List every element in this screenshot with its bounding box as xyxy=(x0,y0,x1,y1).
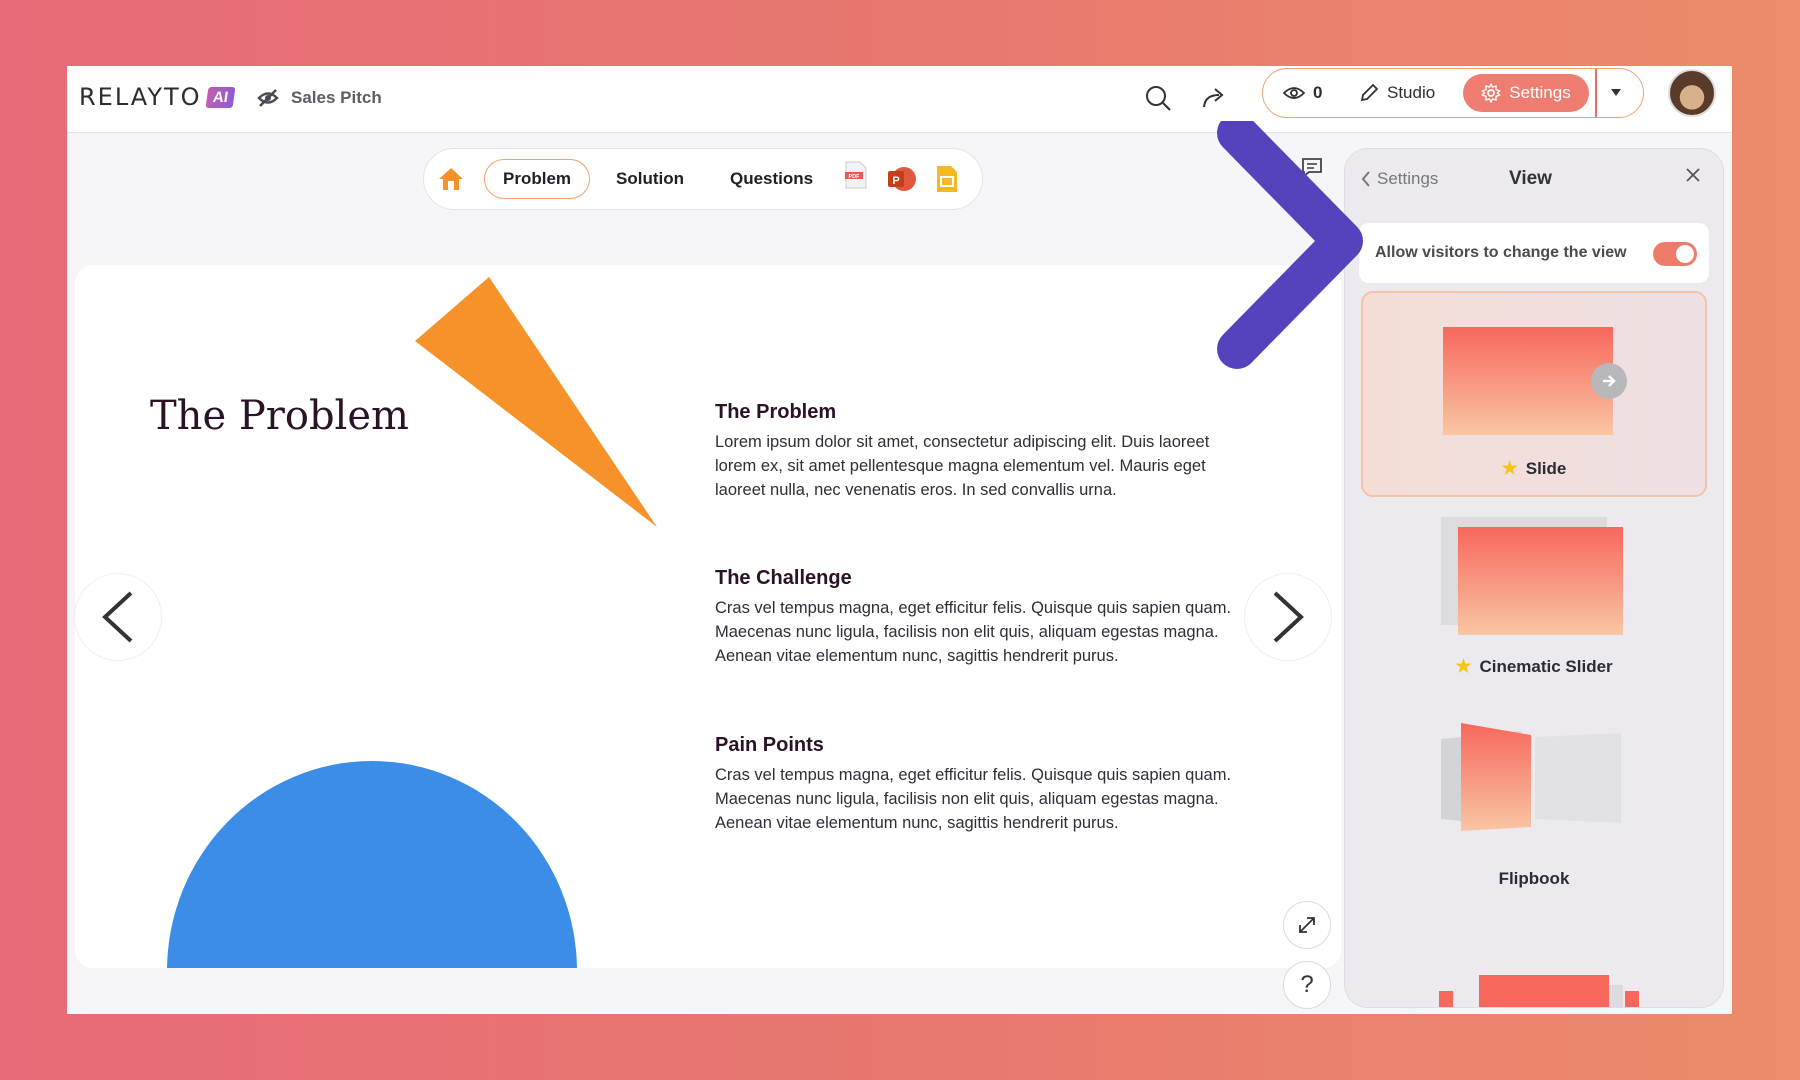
pdf-file-icon: PDF xyxy=(845,161,867,189)
tab-problem-label: Problem xyxy=(503,169,572,188)
logo[interactable]: RELAYTO AI xyxy=(79,83,236,111)
section-the-problem: The Problem Lorem ipsum dolor sit amet, … xyxy=(715,401,1255,502)
slide-canvas: The Problem The Problem Lorem ipsum dolo… xyxy=(75,265,1341,968)
tab-problem[interactable]: Problem xyxy=(484,159,591,199)
powerpoint-button[interactable]: P xyxy=(886,159,918,199)
section-nav: Problem Solution Questions PDF P xyxy=(423,148,983,210)
comments-button[interactable] xyxy=(1294,150,1330,186)
flipbook-preview xyxy=(1441,723,1621,831)
view-slide-label: Slide xyxy=(1525,458,1567,478)
cinematic-preview xyxy=(1458,527,1623,635)
help-button[interactable]: ? xyxy=(1283,961,1331,1009)
section-heading: The Problem xyxy=(715,401,837,423)
studio-label: Studio xyxy=(1387,83,1436,102)
section-heading: Pain Points xyxy=(715,734,824,756)
view-option-cinematic-slider[interactable]: ★ Cinematic Slider xyxy=(1361,499,1707,705)
fullscreen-button[interactable] xyxy=(1283,901,1331,949)
toolbar-pill-group: 0 Studio Settings xyxy=(1262,68,1644,118)
allow-view-change-toggle[interactable] xyxy=(1653,242,1697,266)
pdf-file-label: PDF xyxy=(849,174,861,180)
back-label: Settings xyxy=(1377,169,1439,188)
project-title-area[interactable]: Sales Pitch xyxy=(257,88,382,108)
home-icon xyxy=(439,168,463,190)
hidden-eye-icon xyxy=(257,89,279,107)
home-button[interactable] xyxy=(438,159,464,199)
view-option-slide[interactable]: ★ Slide xyxy=(1361,291,1707,497)
section-body: Cras vel tempus magna, eget efficitur fe… xyxy=(715,599,1232,665)
logo-ai-badge: AI xyxy=(205,86,236,108)
gear-icon xyxy=(1481,83,1502,103)
settings-label: Settings xyxy=(1509,83,1571,102)
search-icon xyxy=(1146,86,1171,111)
toggle-label: Allow visitors to change the view xyxy=(1375,244,1627,261)
view-option-partial-preview xyxy=(1439,975,1639,1007)
logo-text: RELAYTO xyxy=(79,83,202,111)
expand-icon xyxy=(1299,917,1315,933)
chevron-right-icon xyxy=(1273,591,1304,643)
view-option-label: Flipbook xyxy=(1361,869,1707,889)
top-bar: RELAYTO AI Sales Pitch 0 Studio Settings xyxy=(67,66,1732,133)
pill-divider xyxy=(1595,69,1597,117)
panel-title: View xyxy=(1509,168,1552,189)
view-option-label: ★ Slide xyxy=(1363,458,1705,479)
tab-questions[interactable]: Questions xyxy=(730,159,813,199)
view-option-label: ★ Cinematic Slider xyxy=(1361,656,1707,677)
pdf-download-button[interactable]: PDF xyxy=(844,155,868,195)
back-to-settings-button[interactable]: Settings xyxy=(1361,169,1438,189)
comment-icon xyxy=(1302,158,1322,178)
eye-icon xyxy=(1283,87,1305,99)
view-flipbook-label: Flipbook xyxy=(1498,869,1570,888)
svg-text:P: P xyxy=(892,175,899,187)
blue-half-circle-shape xyxy=(167,761,577,968)
help-icon: ? xyxy=(1300,971,1314,998)
views-counter[interactable]: 0 xyxy=(1283,69,1322,117)
close-panel-button[interactable] xyxy=(1685,167,1701,188)
allow-view-change-row: Allow visitors to change the view xyxy=(1359,223,1709,283)
view-option-flipbook[interactable]: Flipbook xyxy=(1361,709,1707,915)
app-window: RELAYTO AI Sales Pitch 0 Studio Settings… xyxy=(67,66,1732,1014)
close-icon xyxy=(1686,168,1700,182)
settings-button[interactable]: Settings xyxy=(1463,74,1589,112)
slide-title: The Problem xyxy=(150,393,409,439)
pencil-icon xyxy=(1360,83,1379,102)
section-body: Lorem ipsum dolor sit amet, consectetur … xyxy=(715,433,1210,499)
studio-button[interactable]: Studio xyxy=(1359,69,1435,117)
section-the-challenge: The Challenge Cras vel tempus magna, ege… xyxy=(715,567,1255,668)
share-arrow-icon xyxy=(1203,88,1224,108)
orange-triangle-shape xyxy=(415,277,657,527)
next-slide-button[interactable] xyxy=(1244,573,1332,661)
project-title: Sales Pitch xyxy=(291,88,382,107)
view-settings-panel: Settings View Allow visitors to change t… xyxy=(1344,148,1724,1008)
view-count: 0 xyxy=(1313,83,1323,102)
share-button[interactable] xyxy=(1197,80,1233,116)
tab-solution-label: Solution xyxy=(616,169,684,188)
google-slides-button[interactable] xyxy=(936,159,958,199)
star-icon: ★ xyxy=(1455,656,1472,676)
google-slides-icon xyxy=(937,166,957,192)
powerpoint-icon: P xyxy=(888,167,916,191)
next-arrow-icon xyxy=(1591,363,1627,399)
caret-down-icon xyxy=(1611,89,1621,96)
chevron-left-icon xyxy=(1361,171,1370,187)
avatar[interactable] xyxy=(1668,69,1716,117)
previous-slide-button[interactable] xyxy=(74,573,162,661)
star-icon: ★ xyxy=(1501,458,1518,478)
view-cinematic-label: Cinematic Slider xyxy=(1479,656,1613,676)
chevron-left-icon xyxy=(102,591,133,643)
search-button[interactable] xyxy=(1140,80,1176,116)
more-dropdown-button[interactable] xyxy=(1611,69,1621,117)
section-heading: The Challenge xyxy=(715,567,852,589)
slide-preview xyxy=(1443,327,1613,435)
tab-questions-label: Questions xyxy=(730,169,814,188)
tab-solution[interactable]: Solution xyxy=(616,159,684,199)
section-body: Cras vel tempus magna, eget efficitur fe… xyxy=(715,766,1232,832)
section-pain-points: Pain Points Cras vel tempus magna, eget … xyxy=(715,734,1255,835)
